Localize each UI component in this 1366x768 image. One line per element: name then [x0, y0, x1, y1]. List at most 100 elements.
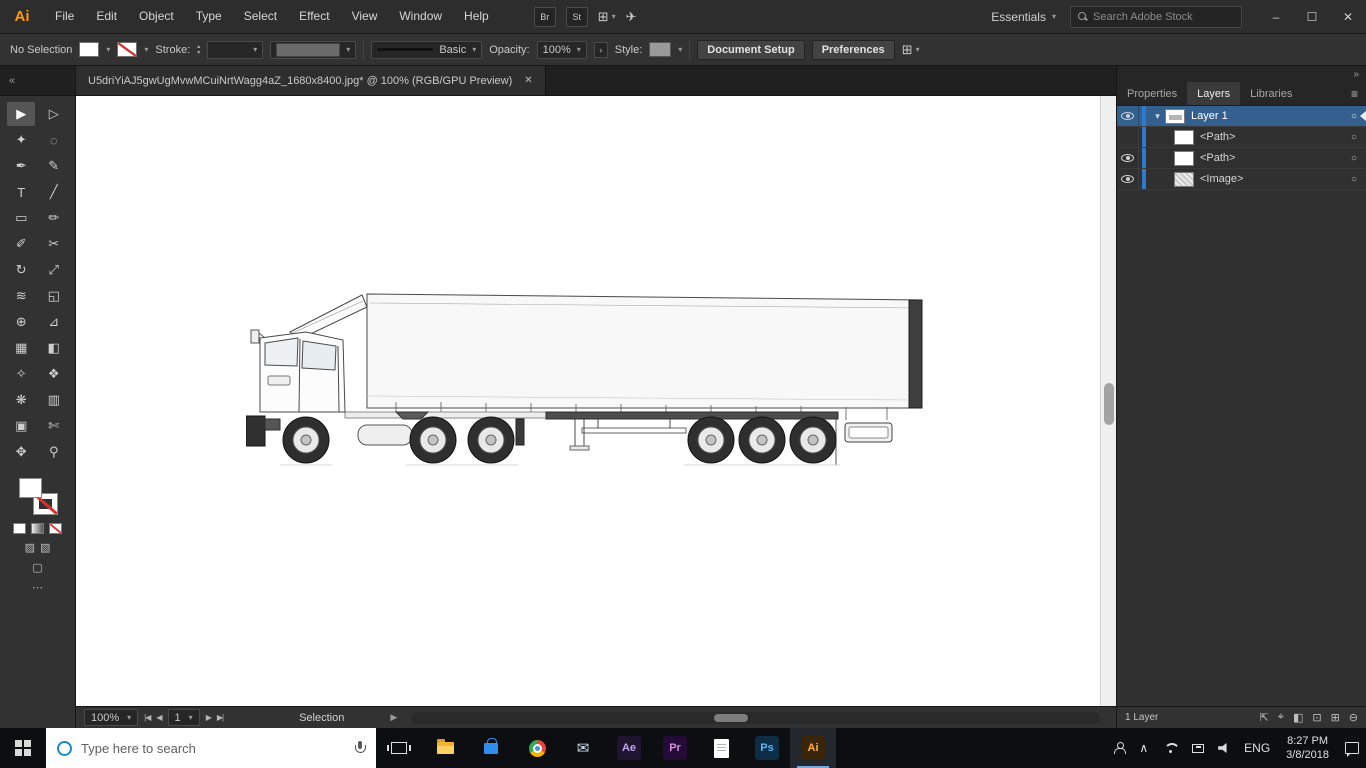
style-chevron-icon[interactable]: ▾: [678, 45, 682, 54]
document-setup-button[interactable]: Document Setup: [697, 39, 805, 60]
maximize-button[interactable]: ☐: [1294, 0, 1330, 33]
layer-row[interactable]: <Path> ○: [1117, 127, 1366, 148]
make-clipping-mask-icon[interactable]: ◧: [1293, 711, 1303, 724]
style-swatch[interactable]: [649, 42, 672, 57]
direct-selection-tool[interactable]: ▷: [40, 102, 68, 126]
screen-mode-icon[interactable]: ▢: [32, 561, 42, 574]
menu-help[interactable]: Help: [453, 0, 500, 33]
collapse-panels-left-icon[interactable]: «: [9, 75, 15, 87]
pencil-tool[interactable]: ✐: [7, 232, 35, 256]
photoshop-button[interactable]: Ps: [744, 728, 790, 768]
horizontal-scrollbar-thumb[interactable]: [714, 713, 749, 722]
perspective-grid-tool[interactable]: ⊿: [40, 310, 68, 334]
next-artboard-button[interactable]: ▶: [206, 713, 212, 722]
edit-toolbar-icon[interactable]: ⋯: [32, 581, 43, 594]
minimize-button[interactable]: –: [1258, 0, 1294, 33]
blend-tool[interactable]: ❖: [40, 362, 68, 386]
opacity-select[interactable]: 100% ▾: [536, 40, 587, 59]
tab-close-icon[interactable]: ✕: [524, 75, 532, 86]
target-circle-icon[interactable]: ○: [1351, 132, 1357, 143]
target-circle-icon[interactable]: ○: [1351, 111, 1357, 122]
panel-menu-icon[interactable]: ≡: [1343, 82, 1366, 105]
share-icon[interactable]: ✈: [626, 9, 637, 25]
illustrator-button[interactable]: Ai: [790, 728, 836, 768]
paintbrush-tool[interactable]: ✏: [40, 206, 68, 230]
menu-window[interactable]: Window: [388, 0, 453, 33]
status-options-icon[interactable]: ▶: [390, 712, 397, 723]
close-button[interactable]: ✕: [1330, 0, 1366, 33]
visibility-toggle[interactable]: [1117, 106, 1139, 126]
microphone-icon[interactable]: [354, 740, 366, 756]
premiere-button[interactable]: Pr: [652, 728, 698, 768]
layer-row[interactable]: <Path> ○: [1117, 148, 1366, 169]
menu-type[interactable]: Type: [185, 0, 233, 33]
zoom-tool[interactable]: ⚲: [40, 440, 68, 464]
adobe-stock-search[interactable]: [1070, 5, 1242, 28]
wifi-button[interactable]: [1155, 728, 1185, 768]
none-mode-icon[interactable]: [49, 523, 62, 534]
task-view-button[interactable]: [376, 728, 422, 768]
stock-search-input[interactable]: [1093, 10, 1234, 23]
menu-file[interactable]: File: [44, 0, 85, 33]
collapse-panels-right-icon[interactable]: »: [1353, 69, 1359, 80]
menu-effect[interactable]: Effect: [288, 0, 340, 33]
taskbar-search-input[interactable]: [81, 740, 345, 756]
mail-button[interactable]: ✉: [560, 728, 606, 768]
artboard-tool[interactable]: ▣: [7, 414, 35, 438]
document-tab[interactable]: U5driYiAJ5gwUgMvwMCuiNrtWagg4aZ_1680x840…: [76, 66, 546, 95]
action-center-button[interactable]: [1338, 728, 1366, 768]
eyedropper-tool[interactable]: ✧: [7, 362, 35, 386]
target-circle-icon[interactable]: ○: [1351, 174, 1357, 185]
visibility-toggle[interactable]: [1117, 127, 1139, 147]
language-indicator[interactable]: ENG: [1237, 728, 1277, 768]
preferences-button[interactable]: Preferences: [811, 39, 895, 60]
graph-tool[interactable]: ▥: [40, 388, 68, 412]
gradient-mode-icon[interactable]: [31, 523, 44, 534]
menu-edit[interactable]: Edit: [85, 0, 128, 33]
draw-behind-icon[interactable]: ▧: [40, 541, 50, 554]
opacity-panel-button[interactable]: ›: [593, 41, 608, 58]
menu-object[interactable]: Object: [128, 0, 185, 33]
symbol-sprayer-tool[interactable]: ❋: [7, 388, 35, 412]
tab-layers[interactable]: Layers: [1187, 82, 1241, 105]
scale-tool[interactable]: ⤢: [40, 258, 68, 282]
horizontal-scrollbar[interactable]: [411, 711, 1100, 724]
path-thumbnail[interactable]: [1174, 150, 1194, 166]
last-artboard-button[interactable]: ▶|: [217, 713, 224, 722]
layer-name[interactable]: <Path>: [1200, 131, 1235, 143]
fill-color-well[interactable]: [18, 478, 42, 498]
artboard-number-select[interactable]: 1 ▾: [167, 709, 200, 726]
magic-wand-tool[interactable]: ✦: [7, 128, 35, 152]
bridge-icon[interactable]: Br: [533, 6, 556, 27]
brush-definition-select[interactable]: ▾: [270, 40, 357, 59]
layer-name[interactable]: Layer 1: [1191, 110, 1228, 122]
new-sublayer-icon[interactable]: ⊡: [1312, 711, 1321, 724]
type-tool[interactable]: T: [7, 180, 35, 204]
chrome-button[interactable]: [514, 728, 560, 768]
zoom-level-select[interactable]: 100% ▾: [84, 709, 139, 726]
start-button[interactable]: [0, 728, 46, 768]
rectangle-tool[interactable]: ▭: [7, 206, 35, 230]
selection-tool[interactable]: ▶: [7, 102, 36, 126]
tab-libraries[interactable]: Libraries: [1240, 82, 1302, 105]
stroke-swatch[interactable]: [117, 42, 138, 57]
file-explorer-button[interactable]: [422, 728, 468, 768]
fill-swatch[interactable]: [79, 42, 100, 57]
free-transform-tool[interactable]: ◱: [40, 284, 68, 308]
expand-chevron-icon[interactable]: ▾: [1150, 111, 1165, 122]
clock[interactable]: 8:27 PM 3/8/2018: [1277, 728, 1338, 768]
variable-width-profile-select[interactable]: Basic ▾: [371, 40, 483, 59]
tray-expand-button[interactable]: ∧: [1132, 728, 1155, 768]
stroke-weight-select[interactable]: ▾: [207, 40, 264, 59]
delete-layer-icon[interactable]: ⊖: [1349, 711, 1358, 724]
people-button[interactable]: [1106, 728, 1132, 768]
path-thumbnail[interactable]: [1174, 129, 1194, 145]
layer-name[interactable]: <Path>: [1200, 152, 1235, 164]
mesh-tool[interactable]: ▦: [7, 336, 35, 360]
pen-tool[interactable]: ✒: [7, 154, 35, 178]
vertical-scrollbar[interactable]: [1100, 96, 1116, 706]
document-app-button[interactable]: [698, 728, 744, 768]
locate-object-icon[interactable]: ⌖: [1278, 711, 1284, 724]
network-button[interactable]: [1185, 728, 1211, 768]
tab-properties[interactable]: Properties: [1117, 82, 1187, 105]
